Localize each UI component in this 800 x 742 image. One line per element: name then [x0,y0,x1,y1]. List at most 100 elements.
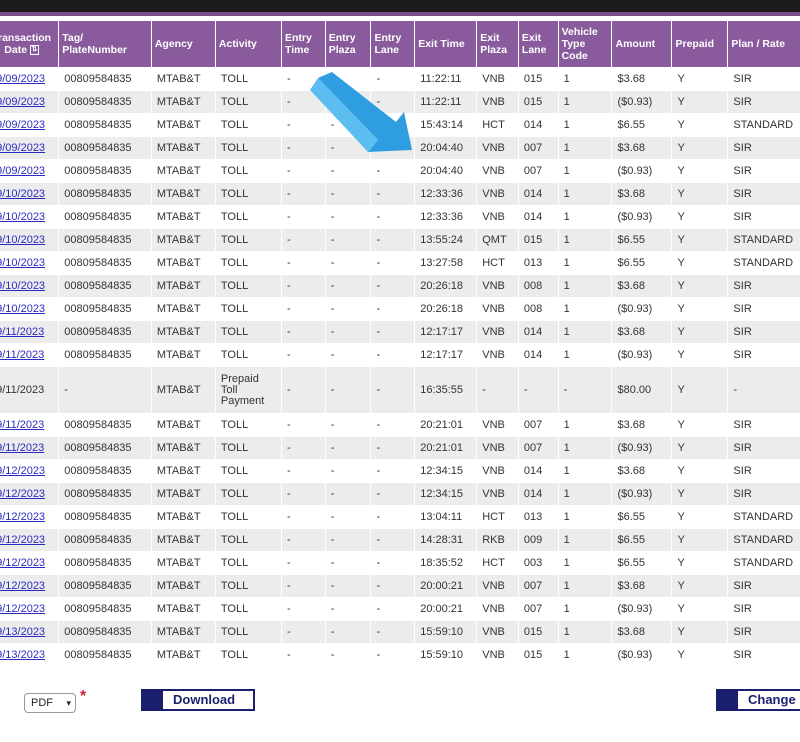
cell-activity: TOLL [215,137,281,159]
cell-prepaid: Y [672,575,728,597]
cell-activity: TOLL [215,91,281,113]
cell-text: 014 [523,465,543,477]
cell-text: 1 [563,442,570,454]
cell-vehicle-type: 1 [558,68,612,90]
column-header-label: Entry Plaza [328,32,356,56]
transaction-date-link[interactable]: 09/10/2023 [0,188,45,200]
cell-text: - [376,649,381,661]
cell-date: 09/12/2023 [0,575,59,597]
footer-toolbar: PDF ▾ * Download Change [0,676,800,730]
cell-activity: TOLL [215,644,281,666]
cell-agency: MTAB&T [151,575,215,597]
cell-text: - [287,419,291,431]
cell-exit-time: 13:27:58 [415,252,477,274]
transaction-date-link[interactable]: 09/10/2023 [0,234,45,246]
column-header-date[interactable]: Transaction Date ⇅ [0,21,59,67]
cell-text: - [287,188,291,200]
cell-vehicle-type: 1 [558,206,612,228]
transaction-date-link[interactable]: 09/09/2023 [0,142,45,154]
cell-text: - [330,511,335,523]
cell-text: 007 [523,165,543,177]
cell-plan: STANDARD [728,252,800,274]
cell-exit-plaza: HCT [477,552,518,574]
transaction-date-link[interactable]: 09/12/2023 [0,465,45,477]
cell-text: - [330,257,335,269]
cell-text: - [287,326,291,338]
cell-text: 009 [523,534,543,546]
cell-text: TOLL [220,511,249,523]
cell-entry-plaza: - [325,437,371,459]
cell-plan: SIR [728,483,800,505]
transaction-date-link[interactable]: 09/10/2023 [0,303,45,315]
table-row: 09/13/2023 00809584835 MTAB&T TOLL - - - 15:59:… [0,644,800,666]
change-button[interactable]: Change [716,689,800,711]
transaction-date-link[interactable]: 09/11/2023 [0,349,44,361]
cell-text: ($0.93) [617,603,653,615]
cell-exit-plaza: VNB [477,483,518,505]
cell-text: Y [677,557,685,569]
transaction-date-link[interactable]: 09/12/2023 [0,603,45,615]
cell-entry-lane: - [371,529,415,551]
transaction-date-link[interactable]: 09/12/2023 [0,511,45,523]
cell-activity: TOLL [215,275,281,297]
transaction-date-link[interactable]: 09/09/2023 [0,73,45,85]
cell-text: TOLL [220,257,249,269]
transaction-date-link[interactable]: 09/13/2023 [0,626,45,638]
cell-text: 00809584835 [64,534,132,546]
cell-plan: SIR [728,298,800,320]
cell-activity: TOLL [215,529,281,551]
cell-text: 014 [523,488,543,500]
cell-agency: MTAB&T [151,298,215,320]
cell-text: Y [677,349,685,361]
cell-entry-time: - [282,529,325,551]
transaction-date-link[interactable]: 09/09/2023 [0,165,45,177]
transaction-date-link[interactable]: 09/10/2023 [0,257,45,269]
cell-text: - [330,234,335,246]
cell-exit-lane: - [518,367,558,413]
transaction-date-link[interactable]: 09/11/2023 [0,326,44,338]
cell-tag: 00809584835 [59,598,151,620]
transaction-date-link[interactable]: 09/12/2023 [0,557,45,569]
cell-text: 00809584835 [64,442,132,454]
cell-text: VNB [482,626,505,638]
cell-activity: TOLL [215,114,281,136]
column-header-vehicle-type: Vehicle Type Code [558,21,612,67]
column-header-label: Exit Lane [521,32,547,56]
transaction-date-link[interactable]: 09/12/2023 [0,580,45,592]
cell-text: - [330,73,335,85]
transaction-date-link[interactable]: 09/13/2023 [0,649,45,661]
transaction-date-link[interactable]: 09/11/2023 [0,442,44,454]
transaction-date-link[interactable]: 09/11/2023 [0,419,44,431]
transaction-date-link[interactable]: 09/12/2023 [0,534,45,546]
cell-text: ($0.93) [617,442,653,454]
cell-tag: 00809584835 [59,321,151,343]
cell-agency: MTAB&T [151,183,215,205]
cell-date: 09/10/2023 [0,229,59,251]
cell-text: TOLL [220,234,249,246]
cell-amount: $3.68 [612,137,672,159]
cell-text: 00809584835 [64,419,132,431]
sort-icon[interactable]: ⇅ [29,45,39,56]
cell-text: MTAB&T [156,96,201,108]
cell-text: SIR [733,349,752,361]
transaction-date-link[interactable]: 09/10/2023 [0,211,45,223]
cell-date: 09/10/2023 [0,183,59,205]
cell-text: 20:00:21 [420,580,464,592]
cell-prepaid: Y [672,275,728,297]
transaction-date-link[interactable]: 09/09/2023 [0,119,45,131]
cell-exit-lane: 013 [518,252,558,274]
transaction-date-link[interactable]: 09/10/2023 [0,280,45,292]
table-row: 09/11/2023 00809584835 MTAB&T TOLL - - - 12:17:… [0,344,800,366]
cell-exit-time: 16:35:55 [415,367,477,413]
cell-text: 13:55:24 [420,234,464,246]
transaction-date-link[interactable]: 09/12/2023 [0,488,45,500]
cell-text: - [330,303,335,315]
cell-text: - [330,119,335,131]
cell-vehicle-type: 1 [558,644,612,666]
cell-exit-plaza: VNB [477,206,518,228]
download-button[interactable]: Download [141,689,255,711]
cell-vehicle-type: 1 [558,275,612,297]
column-header-plan: Plan / Rate [728,21,800,67]
format-select[interactable]: PDF ▾ [24,693,76,713]
transaction-date-link[interactable]: 09/09/2023 [0,96,45,108]
